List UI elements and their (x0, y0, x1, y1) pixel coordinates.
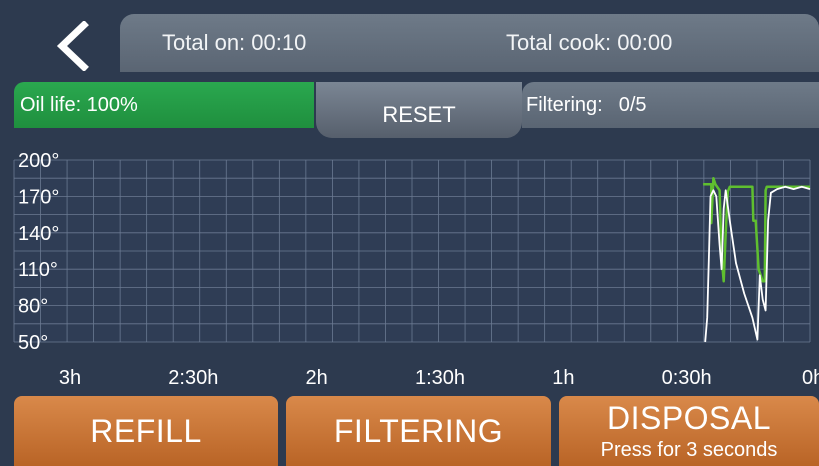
oil-life-indicator: Oil life: 100% (14, 82, 314, 128)
back-button[interactable] (42, 18, 102, 74)
total-on-text: Total on: 00:10 (162, 30, 307, 55)
refill-button[interactable]: REFILL (14, 396, 278, 466)
filtering-button[interactable]: FILTERING (286, 396, 551, 466)
y-tick-label: 80° (18, 296, 48, 318)
total-cook-text: Total cook: 00:00 (506, 30, 673, 55)
filtering-count: 0/5 (618, 93, 647, 116)
x-tick-label: 2:30h (168, 367, 218, 389)
x-tick-label: 0:30h (662, 367, 712, 389)
temperature-chart: 200° 170° 140° 110° 80° 50° 3h 2:30h 2h 1:30h 1h 0:… (13, 150, 819, 389)
x-tick-label: 0h (802, 367, 819, 389)
y-tick-label: 200° (18, 150, 59, 172)
y-tick-label: 110° (18, 259, 58, 281)
filtering-status: Filtering: 0/5 (522, 82, 819, 128)
x-tick-label: 1:30h (415, 367, 465, 389)
timer-bar: Total on: 00:10 Total cook: 00:00 (120, 14, 819, 72)
x-tick-label: 1h (552, 367, 574, 389)
y-tick-label: 50° (18, 332, 48, 354)
filtering-label: Filtering: (526, 93, 603, 116)
disposal-hint: Press for 3 seconds (600, 439, 778, 461)
x-tick-label: 3h (59, 367, 81, 389)
refill-label: REFILL (90, 412, 202, 449)
chevron-left-icon (56, 21, 89, 71)
filtering-button-label: FILTERING (333, 412, 504, 449)
y-tick-label: 140° (18, 223, 59, 245)
disposal-button[interactable]: DISPOSAL Press for 3 seconds (559, 396, 819, 466)
disposal-label: DISPOSAL (606, 400, 772, 436)
y-tick-label: 170° (18, 186, 59, 208)
action-bar: REFILL FILTERING DISPOSAL Press for 3 se… (14, 396, 819, 466)
reset-button[interactable]: RESET (316, 82, 522, 138)
x-tick-label: 2h (306, 367, 328, 389)
